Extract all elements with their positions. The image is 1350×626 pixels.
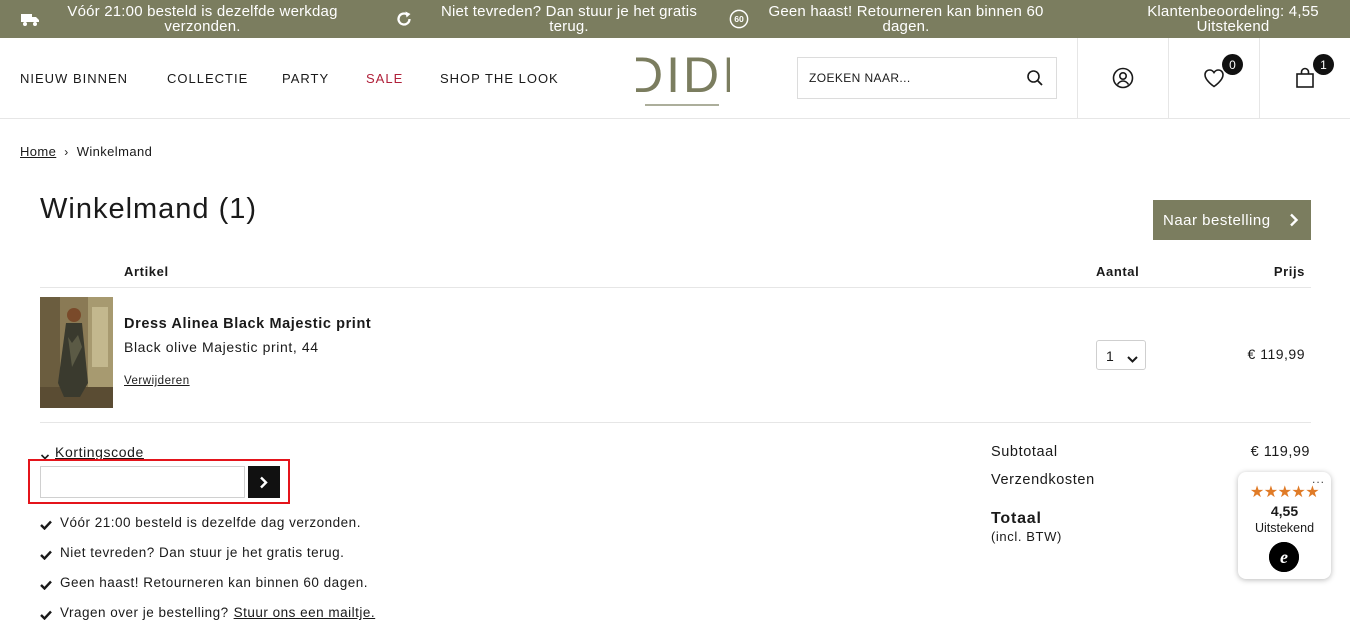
announcement-item: Niet tevreden? Dan stuur je het gratis t… — [394, 0, 714, 38]
product-name-link[interactable]: Dress Alinea Black Majestic print — [124, 316, 371, 332]
column-header-quantity: Aantal — [1096, 264, 1140, 279]
shipping-label: Verzendkosten — [991, 472, 1095, 488]
checkout-button-label: Naar bestelling — [1163, 211, 1271, 229]
discount-code-toggle[interactable]: Kortingscode — [40, 444, 144, 460]
chevron-down-icon — [40, 448, 50, 460]
nav-item-nieuw-binnen[interactable]: NIEUW BINNEN — [20, 71, 128, 86]
announcement-text: Geen haast! Retourneren kan binnen 60 da… — [768, 3, 1044, 35]
subtotal-value: € 119,99 — [1250, 444, 1310, 460]
search-icon[interactable] — [1026, 69, 1044, 87]
nav-item-shop-the-look[interactable]: SHOP THE LOOK — [440, 71, 559, 86]
table-divider — [40, 422, 1311, 423]
apply-discount-button[interactable] — [248, 466, 280, 498]
announcement-item[interactable]: Klantenbeoordeling: 4,55 Uitstekend — [1130, 0, 1336, 38]
announcement-text: Vóór 21:00 besteld is dezelfde werkdag v… — [67, 3, 338, 35]
trusted-shops-logo-icon: e — [1269, 542, 1299, 572]
chevron-right-icon: › — [64, 144, 69, 159]
line-price: € 119,99 — [1247, 346, 1305, 362]
nav-item-sale[interactable]: SALE — [366, 71, 403, 86]
chevron-down-icon — [1127, 351, 1138, 363]
checkout-button[interactable]: Naar bestelling — [1153, 200, 1311, 240]
checkmark-icon — [40, 518, 52, 530]
refresh-icon — [394, 9, 414, 29]
quantity-value: 1 — [1106, 348, 1114, 364]
svg-text:e: e — [1280, 547, 1288, 567]
nav-item-collectie[interactable]: COLLECTIE — [167, 71, 248, 86]
announcement-item: Vóór 21:00 besteld is dezelfde werkdag v… — [20, 0, 365, 38]
account-icon[interactable] — [1111, 66, 1135, 90]
svg-text:60: 60 — [734, 14, 744, 24]
product-image[interactable] — [40, 297, 113, 408]
total-vat-note: (incl. BTW) — [991, 529, 1062, 544]
usp-item: Vragen over je bestelling? Stuur ons een… — [40, 605, 375, 620]
subtotal-label: Subtotaal — [991, 444, 1058, 460]
rating-label: Uitstekend — [1254, 521, 1315, 535]
wishlist-count-badge: 0 — [1222, 54, 1243, 75]
header-divider — [1077, 38, 1078, 118]
discount-code-input[interactable] — [40, 466, 245, 498]
rating-announcement-text[interactable]: Klantenbeoordeling: 4,55 Uitstekend — [1130, 4, 1336, 34]
rating-score: 4,55 — [1270, 503, 1299, 519]
quantity-select[interactable]: 1 — [1096, 340, 1146, 370]
usp-item: Niet tevreden? Dan stuur je het gratis t… — [40, 545, 344, 560]
usp-text: Vóór 21:00 besteld is dezelfde dag verzo… — [60, 515, 361, 530]
60-days-icon: 60 — [729, 9, 749, 29]
logo[interactable]: DIDI — [627, 47, 736, 108]
usp-text: Vragen over je bestelling? — [60, 605, 229, 620]
discount-code-label: Kortingscode — [55, 444, 144, 460]
announcement-bar: Vóór 21:00 besteld is dezelfde werkdag v… — [0, 0, 1350, 38]
chevron-right-icon — [1289, 213, 1299, 227]
usp-item: Vóór 21:00 besteld is dezelfde dag verzo… — [40, 515, 361, 530]
product-variant: Black olive Majestic print, 44 — [124, 339, 319, 355]
checkmark-icon — [40, 548, 52, 560]
chevron-right-icon — [260, 476, 268, 488]
contact-mail-link[interactable]: Stuur ons een mailtje. — [234, 605, 376, 620]
breadcrumb-home-link[interactable]: Home — [20, 144, 56, 159]
usp-text: Niet tevreden? Dan stuur je het gratis t… — [60, 545, 345, 560]
header-divider — [1168, 38, 1169, 118]
total-label: Totaal — [991, 510, 1042, 527]
announcement-item: 60 Geen haast! Retourneren kan binnen 60… — [729, 0, 1057, 38]
page-title: Winkelmand (1) — [40, 193, 258, 225]
checkmark-icon — [40, 608, 52, 620]
announcement-text: Niet tevreden? Dan stuur je het gratis t… — [440, 3, 698, 35]
usp-text: Geen haast! Retourneren kan binnen 60 da… — [60, 575, 368, 590]
trust-badge-widget[interactable]: ... ★★★★★ 4,55 Uitstekend e — [1238, 472, 1331, 579]
site-header: NIEUW BINNEN COLLECTIE PARTY SALE SHOP T… — [0, 38, 1350, 119]
nav-item-party[interactable]: PARTY — [282, 71, 329, 86]
checkmark-icon — [40, 578, 52, 590]
usp-item: Geen haast! Retourneren kan binnen 60 da… — [40, 575, 368, 590]
svg-text:DIDI: DIDI — [636, 48, 730, 103]
cart-count-badge: 1 — [1313, 54, 1334, 75]
header-divider — [1259, 38, 1260, 118]
rating-stars: ★★★★★ — [1249, 484, 1320, 501]
truck-icon — [20, 9, 40, 29]
column-header-price: Prijs — [1273, 264, 1305, 279]
breadcrumb-current: Winkelmand — [76, 144, 153, 159]
search-box — [797, 57, 1057, 99]
search-input[interactable] — [798, 58, 1018, 98]
breadcrumb: Home › Winkelmand — [20, 144, 152, 159]
remove-item-link[interactable]: Verwijderen — [124, 375, 190, 387]
column-header-article: Artikel — [124, 264, 169, 279]
table-divider — [40, 287, 1311, 288]
